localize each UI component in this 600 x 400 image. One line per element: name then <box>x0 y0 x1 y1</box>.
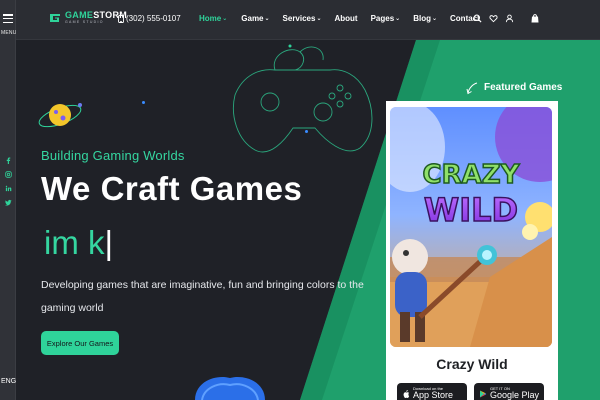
menu-label: MENU <box>1 30 17 36</box>
search-button[interactable] <box>472 13 482 23</box>
nav-about[interactable]: About <box>334 14 357 23</box>
hero-headline: We Craft Games <box>41 170 303 207</box>
game-title[interactable]: Crazy Wild <box>386 356 558 372</box>
nav-pages-label: Pages <box>370 14 395 23</box>
hero-description: Developing games that are imaginative, f… <box>41 279 364 314</box>
chevron-down-icon: ⌄ <box>395 16 401 22</box>
google-play-big: Google Play <box>490 390 540 400</box>
linkedin-link[interactable] <box>4 184 12 192</box>
explore-games-button[interactable]: Explore Our Games <box>41 331 119 355</box>
instagram-link[interactable] <box>4 170 12 178</box>
facebook-icon <box>6 156 10 164</box>
game-cover-artwork: CRAZY WILD <box>390 107 552 347</box>
game-logo-crazy: CRAZY <box>423 160 521 190</box>
nav-game[interactable]: Game ⌄ <box>241 14 269 23</box>
nav-game-label: Game <box>241 14 264 23</box>
left-sidebar: MENU ENG <box>0 0 16 400</box>
brand-name-accent: GAME <box>65 10 94 21</box>
chevron-down-icon: ⌄ <box>431 16 438 22</box>
typing-cursor: | <box>104 224 114 261</box>
phone-number: (302) 555-0107 <box>126 14 181 23</box>
twitter-icon <box>4 199 12 206</box>
blue-blob-decoration <box>195 376 265 400</box>
featured-game-card[interactable]: CRAZY WILD Crazy Wild Download on the Ap… <box>386 101 558 400</box>
hero-tagline: Building Gaming Worlds <box>41 148 185 163</box>
phone-link[interactable]: (302) 555-0107 <box>118 14 181 23</box>
nav-home[interactable]: Home ⌄ <box>199 14 227 23</box>
instagram-icon <box>4 170 12 178</box>
nav-services[interactable]: Services ⌄ <box>283 14 322 23</box>
chevron-down-icon: ⌄ <box>264 16 270 22</box>
planet-icon <box>38 103 82 128</box>
game-logo-wild: WILD <box>424 191 518 229</box>
header-actions <box>472 13 520 23</box>
phone-icon <box>118 14 124 23</box>
nav-about-label: About <box>334 14 358 23</box>
decor-dot <box>142 101 145 104</box>
gamestorm-logo-icon <box>50 14 60 22</box>
nav-blog[interactable]: Blog ⌄ <box>413 14 437 23</box>
linkedin-icon <box>5 185 11 191</box>
wishlist-button[interactable] <box>488 13 498 23</box>
account-button[interactable] <box>504 13 514 23</box>
controller-outline-icon <box>232 44 373 153</box>
apple-icon <box>403 390 410 398</box>
user-icon <box>505 14 513 22</box>
google-play-icon <box>480 390 487 398</box>
game-cover-image[interactable]: CRAZY WILD <box>390 107 552 347</box>
google-play-button[interactable]: GET IT ON Google Play <box>474 383 544 400</box>
facebook-link[interactable] <box>4 156 12 164</box>
app-store-button[interactable]: Download on the App Store <box>397 383 467 400</box>
search-icon <box>473 14 482 23</box>
decor-dot <box>305 130 308 133</box>
nav-home-label: Home <box>199 14 222 23</box>
app-store-big: App Store <box>413 390 454 400</box>
curved-arrow-icon <box>466 82 478 95</box>
chevron-down-icon: ⌄ <box>316 16 322 22</box>
heart-icon <box>488 14 498 22</box>
twitter-link[interactable] <box>4 198 12 206</box>
site-logo[interactable]: GAMESTORM GAME STUDIO <box>48 11 127 25</box>
main-nav: Home ⌄ Game ⌄ Services ⌄ About Pages ⌄ Blog ⌄… <box>199 14 480 23</box>
language-switch[interactable]: ENG <box>1 378 16 385</box>
nav-pages[interactable]: Pages ⌄ <box>371 14 401 23</box>
chevron-down-icon: ⌄ <box>222 16 228 22</box>
nav-services-label: Services <box>282 14 316 23</box>
featured-games-label: Featured Games <box>484 82 563 93</box>
hamburger-menu-icon[interactable] <box>3 14 13 24</box>
bag-icon[interactable] <box>530 13 540 23</box>
hero-typed-text: im k| <box>44 224 113 262</box>
nav-blog-label: Blog <box>413 14 431 23</box>
typed-word: im k <box>44 224 105 261</box>
